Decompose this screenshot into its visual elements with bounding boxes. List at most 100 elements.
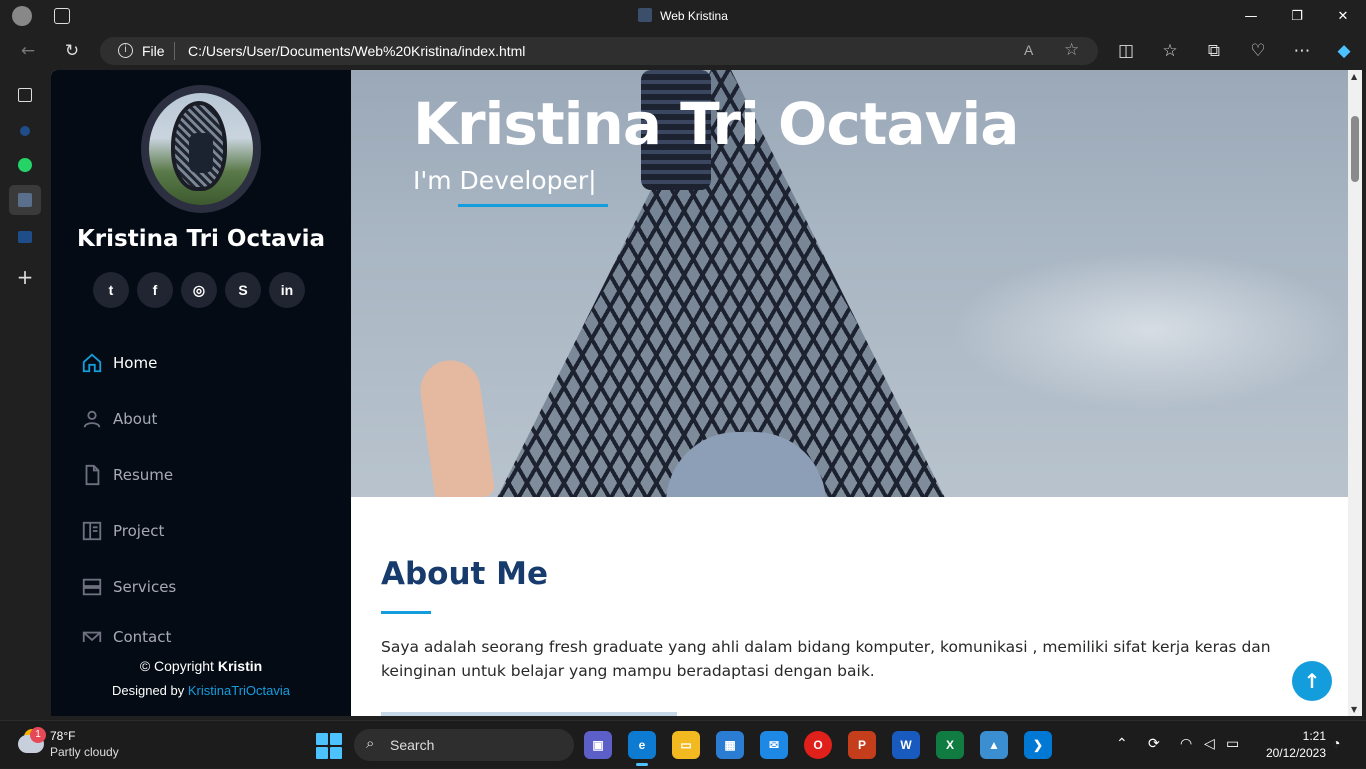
nav-item-services[interactable]: Services (81, 572, 331, 602)
vscode-icon[interactable]: ❯ (1024, 731, 1052, 759)
about-image (381, 712, 677, 716)
search-label: Search (390, 737, 435, 753)
split-screen-icon[interactable]: ◫ (1110, 36, 1142, 66)
hero-photo-hand (416, 356, 496, 497)
url-separator (174, 42, 175, 60)
read-aloud-icon[interactable]: A (1024, 42, 1033, 58)
hero-section: Kristina Tri Octavia I'm Developer| (351, 70, 1348, 497)
collections-icon[interactable]: ⧉ (1198, 36, 1230, 66)
powerpoint-icon[interactable]: P (848, 731, 876, 759)
photos-icon[interactable]: ▲ (980, 731, 1008, 759)
wifi-icon[interactable]: ◠ (1180, 735, 1192, 752)
designed-by-text: Designed by KristinaTriOctavia (51, 683, 351, 698)
window-title-text: Web Kristina (660, 9, 728, 23)
tab-web-kristina-favicon-icon[interactable] (9, 185, 41, 215)
taskbar-search[interactable]: ⌕ Search (354, 729, 574, 761)
store-icon[interactable]: ▦ (716, 731, 744, 759)
search-icon: ⌕ (366, 735, 375, 752)
nav-item-contact[interactable]: Contact (81, 628, 331, 642)
restore-button[interactable]: ❐ (1274, 0, 1320, 32)
vertical-tabs-panel: + (0, 70, 50, 720)
twitter-icon[interactable]: t (93, 272, 129, 308)
system-tray: ⌃ ⟳ ◠ ◁ ▭ ◔ (1112, 721, 1366, 769)
sync-icon[interactable]: ⟳ (1148, 735, 1160, 752)
close-button[interactable]: ✕ (1320, 0, 1366, 32)
person-icon (83, 410, 101, 428)
nav-item-home[interactable]: Home (81, 348, 331, 378)
avatar-person (189, 133, 213, 173)
page-scrollbar[interactable]: ▲ ▼ (1348, 70, 1362, 716)
favorites-icon[interactable]: ☆ (1154, 36, 1186, 66)
word-icon[interactable]: W (892, 731, 920, 759)
about-heading: About Me (381, 556, 549, 592)
nav-item-about[interactable]: About (81, 404, 331, 434)
refresh-button[interactable]: ↻ (56, 36, 88, 66)
site-sidebar: Kristina Tri Octavia t f ◎ S in Home Abo… (51, 70, 351, 716)
nav-label-home: Home (113, 354, 158, 372)
instagram-icon[interactable]: ◎ (181, 272, 217, 308)
address-bar[interactable]: i File C:/Users/User/Documents/Web%20Kri… (100, 37, 1098, 65)
settings-more-icon[interactable]: ⋯ (1286, 36, 1318, 66)
nav-label-services: Services (113, 578, 177, 596)
back-to-top-button[interactable]: ↑ (1292, 661, 1332, 701)
minimize-button[interactable]: — (1228, 0, 1274, 32)
weather-temp: 78°F (50, 729, 76, 743)
windows-taskbar: 1 78°F Partly cloudy ⌕ Search ▣ e ▭ ▦ ✉ … (0, 720, 1366, 768)
window-titlebar: Web Kristina — ❐ ✕ (0, 0, 1366, 32)
opera-icon[interactable]: O (804, 731, 832, 759)
tab-actions-icon[interactable] (9, 80, 41, 110)
scroll-down-arrow-icon[interactable]: ▼ (1351, 705, 1357, 714)
about-paragraph: Saya adalah seorang fresh graduate yang … (381, 638, 1271, 680)
taskbar-clock[interactable]: 1:21 20/12/2023 (1256, 729, 1326, 760)
edge-icon[interactable]: e (628, 731, 656, 766)
excel-icon[interactable]: X (936, 731, 964, 759)
volume-icon[interactable]: ◁ (1204, 735, 1215, 752)
clock-time: 1:21 (1302, 729, 1326, 743)
weather-widget[interactable]: 1 78°F Partly cloudy (16, 727, 156, 765)
new-tab-plus-icon[interactable]: + (9, 262, 41, 292)
mail-icon[interactable]: ✉ (760, 731, 788, 759)
teams-icon[interactable]: ▣ (584, 731, 612, 759)
info-icon[interactable]: i (118, 43, 133, 58)
file-icon (85, 464, 100, 486)
favorite-star-icon[interactable]: ☆ (1064, 40, 1079, 60)
back-button[interactable]: ← (12, 36, 44, 66)
tab-whatsapp-favicon-icon[interactable] (9, 150, 41, 180)
linkedin-icon[interactable]: in (269, 272, 305, 308)
nav-label-resume: Resume (113, 466, 174, 484)
copyright-name: Kristin (217, 658, 263, 674)
skype-icon[interactable]: S (225, 272, 261, 308)
window-title: Web Kristina (0, 8, 1366, 23)
nav-item-resume[interactable]: Resume (81, 460, 331, 490)
browser-essentials-icon[interactable]: ♡ (1242, 36, 1274, 66)
envelope-icon (82, 631, 102, 642)
nav-label-project: Project (113, 522, 165, 540)
scroll-up-arrow-icon[interactable]: ▲ (1351, 72, 1357, 81)
designer-link[interactable]: KristinaTriOctavia (188, 683, 290, 698)
weather-desc: Partly cloudy (50, 745, 119, 759)
copyright-prefix: © Copyright (139, 658, 214, 674)
copyright-text: © Copyright Kristin (51, 658, 351, 674)
url-text[interactable]: C:/Users/User/Documents/Web%20Kristina/i… (188, 43, 525, 59)
page-favicon-icon (638, 8, 653, 22)
hero-underline (458, 204, 608, 207)
facebook-icon[interactable]: f (137, 272, 173, 308)
tab-search-favicon-icon[interactable] (9, 116, 41, 146)
clock-date: 20/12/2023 (1265, 746, 1326, 760)
tab-briefcase-favicon-icon[interactable] (9, 222, 41, 252)
sidebar-name: Kristina Tri Octavia (76, 226, 325, 252)
social-links: t f ◎ S in (93, 272, 313, 308)
notification-badge: 1 (30, 727, 46, 743)
file-explorer-icon[interactable]: ▭ (672, 731, 700, 759)
book-icon (82, 521, 102, 541)
nav-item-project[interactable]: Project (81, 516, 331, 546)
start-button[interactable] (316, 733, 342, 759)
chevron-up-icon[interactable]: ⌃ (1116, 735, 1128, 752)
copilot-icon[interactable]: ◆ (1328, 36, 1360, 66)
designed-by-label: Designed by (111, 683, 185, 698)
server-icon (82, 578, 102, 596)
notification-icon[interactable]: ◔ (1332, 735, 1340, 751)
battery-icon[interactable]: ▭ (1226, 735, 1239, 752)
scrollbar-thumb[interactable] (1351, 116, 1359, 182)
url-scheme-label: File (142, 43, 165, 59)
